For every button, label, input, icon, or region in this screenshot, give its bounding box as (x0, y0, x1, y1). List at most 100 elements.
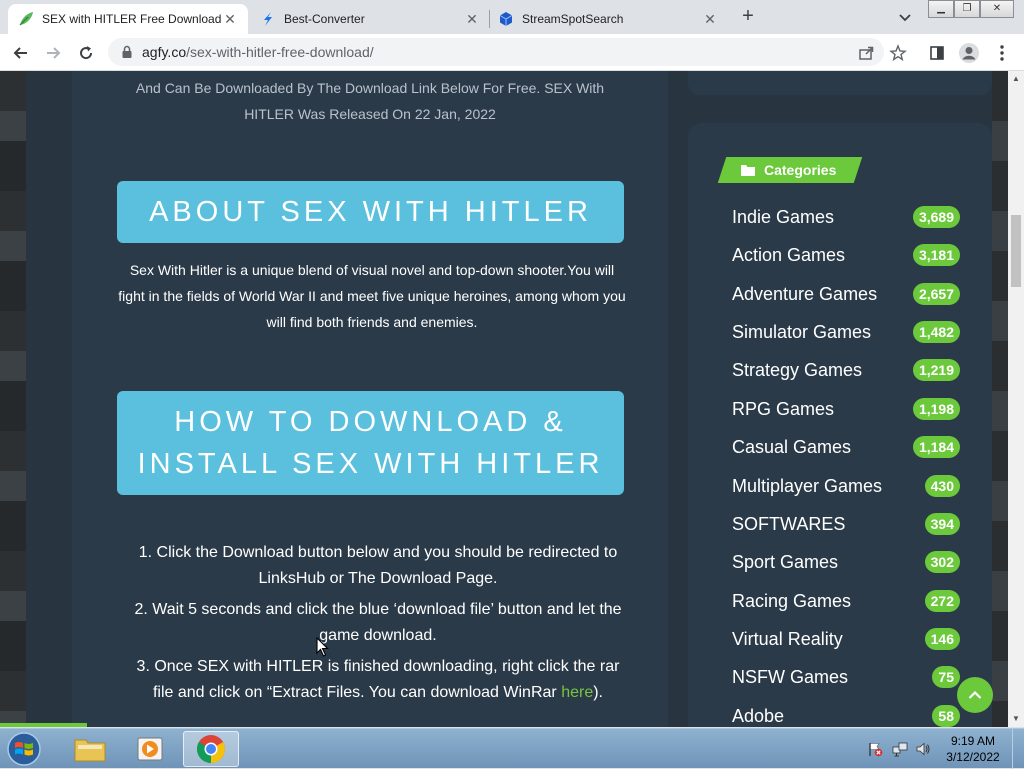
folder-icon (741, 165, 755, 176)
chevron-up-icon (968, 690, 982, 699)
url-path: /sex-with-hitler-free-download/ (186, 44, 374, 60)
address-bar[interactable]: agfy.co/sex-with-hitler-free-download/ (108, 38, 884, 66)
tab-sex-with-hitler[interactable]: SEX with HITLER Free Download ✕ (8, 4, 248, 34)
system-clock[interactable]: 9:19 AM 3/12/2022 (938, 733, 1008, 765)
restore-button[interactable]: ❐ (954, 0, 980, 18)
category-item[interactable]: Sport Games 302 (732, 549, 962, 575)
back-to-top-button[interactable] (957, 677, 993, 713)
cube-icon (499, 12, 513, 26)
close-tab-icon[interactable]: ✕ (464, 11, 480, 27)
close-window-button[interactable]: ✕ (980, 0, 1014, 18)
sidebar-widget-top (688, 71, 992, 95)
howto-heading: HOW TO DOWNLOAD & INSTALL SEX WITH HITLE… (117, 391, 624, 495)
background-image-right (992, 71, 1008, 727)
step-text-end: ). (593, 684, 603, 701)
category-name[interactable]: Virtual Reality (732, 626, 843, 652)
category-name[interactable]: Sport Games (732, 549, 838, 575)
category-item[interactable]: RPG Games 1,198 (732, 396, 962, 422)
category-item[interactable]: Adobe 58 (732, 703, 962, 727)
category-item[interactable]: Simulator Games 1,482 (732, 319, 962, 345)
install-steps: 1. Click the Download button below and y… (130, 540, 626, 711)
category-name[interactable]: SOFTWARES (732, 511, 845, 537)
tab-best-converter[interactable]: Best-Converter ✕ (250, 4, 490, 34)
profile-avatar-icon[interactable] (958, 42, 980, 64)
category-count-badge: 1,184 (912, 436, 960, 458)
media-player-icon (137, 737, 163, 761)
clock-date: 3/12/2022 (946, 750, 1000, 764)
tab-search-icon[interactable] (896, 8, 914, 26)
category-name[interactable]: RPG Games (732, 396, 834, 422)
tab-title: SEX with HITLER Free Download (42, 12, 222, 26)
intro-text: And Can Be Downloaded By The Download Li… (135, 80, 605, 122)
about-heading: ABOUT SEX WITH HITLER (117, 181, 624, 243)
category-item[interactable]: Action Games 3,181 (732, 242, 962, 268)
category-name[interactable]: Adobe (732, 703, 784, 727)
tab-title: Best-Converter (284, 12, 365, 26)
taskbar-media-player[interactable] (122, 731, 178, 767)
category-count-badge: 394 (924, 513, 960, 535)
category-item[interactable]: Racing Games 272 (732, 588, 962, 614)
tab-streamspotsearch[interactable]: StreamSpotSearch ✕ (488, 4, 728, 34)
back-arrow-icon (13, 47, 27, 59)
share-icon[interactable] (855, 42, 877, 64)
minimize-button[interactable]: ▁ (928, 0, 954, 18)
back-button[interactable] (8, 40, 34, 66)
page-scrollbar[interactable]: ▲ ▼ (1008, 71, 1024, 727)
browser-toolbar: agfy.co/sex-with-hitler-free-download/ (0, 34, 1024, 71)
taskbar-chrome[interactable] (183, 731, 239, 767)
category-count-badge: 3,689 (912, 206, 960, 228)
scroll-down-icon[interactable]: ▼ (1008, 711, 1024, 727)
category-name[interactable]: Simulator Games (732, 319, 871, 345)
category-item[interactable]: NSFW Games 75 (732, 664, 962, 690)
category-name[interactable]: Indie Games (732, 204, 834, 230)
categories-title: Categories (740, 157, 836, 183)
install-step: 2. Wait 5 seconds and click the blue ‘do… (134, 601, 622, 644)
scroll-thumb[interactable] (1011, 215, 1021, 287)
show-desktop-button[interactable] (1012, 729, 1024, 769)
category-name[interactable]: Casual Games (732, 434, 851, 460)
bolt-s-icon (264, 12, 272, 26)
volume-icon[interactable] (915, 741, 931, 757)
url-host: agfy.co (142, 44, 187, 60)
category-name[interactable]: Multiplayer Games (732, 473, 882, 499)
category-item[interactable]: SOFTWARES 394 (732, 511, 962, 537)
category-item[interactable]: Adventure Games 2,657 (732, 281, 962, 307)
bookmark-star-icon[interactable] (887, 42, 909, 64)
leaf-icon (19, 12, 33, 26)
forward-button[interactable] (40, 40, 66, 66)
category-count-badge: 75 (932, 666, 960, 688)
kebab-menu-icon[interactable] (991, 42, 1013, 64)
category-item[interactable]: Casual Games 1,184 (732, 434, 962, 460)
lock-icon (122, 45, 132, 58)
category-count-badge: 272 (924, 590, 960, 612)
categories-title-text: Categories (764, 162, 837, 178)
category-name[interactable]: Adventure Games (732, 281, 877, 307)
category-name[interactable]: Action Games (732, 242, 845, 268)
windows-taskbar: 9:19 AM 3/12/2022 (0, 728, 1024, 769)
about-text: Sex With Hitler is a unique blend of vis… (118, 262, 626, 330)
network-icon[interactable] (892, 741, 908, 757)
scroll-up-icon[interactable]: ▲ (1008, 71, 1024, 87)
category-count-badge: 430 (924, 475, 960, 497)
chrome-icon (197, 735, 225, 763)
category-item[interactable]: Virtual Reality 146 (732, 626, 962, 652)
close-tab-icon[interactable]: ✕ (702, 11, 718, 27)
category-count-badge: 2,657 (912, 283, 960, 305)
mouse-cursor-icon (316, 637, 329, 657)
new-tab-button[interactable]: + (737, 6, 759, 28)
category-item[interactable]: Strategy Games 1,219 (732, 357, 962, 383)
start-button[interactable] (3, 730, 45, 768)
install-step: 3. Once SEX with HITLER is finished down… (130, 654, 626, 706)
close-tab-icon[interactable]: ✕ (222, 11, 238, 27)
side-panel-icon[interactable] (926, 42, 948, 64)
category-name[interactable]: Racing Games (732, 588, 851, 614)
reload-button[interactable] (73, 40, 99, 66)
category-name[interactable]: NSFW Games (732, 664, 848, 690)
tab-title: StreamSpotSearch (522, 12, 624, 26)
category-item[interactable]: Indie Games 3,689 (732, 204, 962, 230)
category-name[interactable]: Strategy Games (732, 357, 862, 383)
winrar-link[interactable]: here (561, 684, 593, 701)
flag-alert-icon[interactable] (867, 741, 883, 757)
taskbar-file-explorer[interactable] (62, 731, 118, 767)
category-item[interactable]: Multiplayer Games 430 (732, 473, 962, 499)
